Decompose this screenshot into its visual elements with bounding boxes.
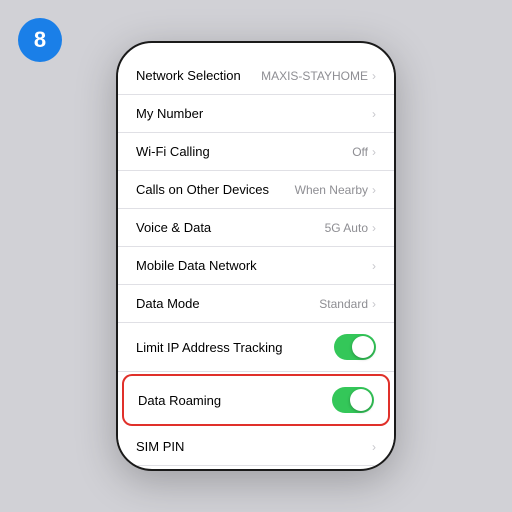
- chevron-icon: ›: [372, 69, 376, 83]
- chevron-icon: ›: [372, 183, 376, 197]
- row-value: Off ›: [352, 145, 376, 159]
- row-label: Voice & Data: [136, 220, 211, 235]
- phone-frame: Network Selection MAXIS-STAYHOME › My Nu…: [116, 41, 396, 471]
- data-mode-row[interactable]: Data Mode Standard ›: [118, 285, 394, 323]
- row-label: Network Selection: [136, 68, 241, 83]
- chevron-icon: ›: [372, 145, 376, 159]
- limit-ip-toggle[interactable]: [334, 334, 376, 360]
- chevron-icon: ›: [372, 440, 376, 454]
- row-value: MAXIS-STAYHOME ›: [261, 69, 376, 83]
- row-label: Calls on Other Devices: [136, 182, 269, 197]
- row-label: Data Roaming: [138, 393, 221, 408]
- row-label: SIM PIN: [136, 439, 184, 454]
- limit-ip-tracking-row[interactable]: Limit IP Address Tracking: [118, 323, 394, 372]
- voice-data-row[interactable]: Voice & Data 5G Auto ›: [118, 209, 394, 247]
- my-number-row[interactable]: My Number ›: [118, 95, 394, 133]
- row-label: Mobile Data Network: [136, 258, 257, 273]
- row-value: [334, 334, 376, 360]
- calls-other-devices-row[interactable]: Calls on Other Devices When Nearby ›: [118, 171, 394, 209]
- toggle-thumb: [352, 336, 374, 358]
- row-value: ›: [372, 107, 376, 121]
- data-roaming-toggle[interactable]: [332, 387, 374, 413]
- sim-pin-row[interactable]: SIM PIN ›: [118, 428, 394, 466]
- row-label: My Number: [136, 106, 203, 121]
- row-value: When Nearby ›: [295, 183, 376, 197]
- row-label: Data Mode: [136, 296, 200, 311]
- data-roaming-highlight: Data Roaming: [122, 374, 390, 426]
- row-value: ›: [372, 259, 376, 273]
- toggle-thumb: [350, 389, 372, 411]
- settings-list: Network Selection MAXIS-STAYHOME › My Nu…: [118, 43, 394, 466]
- chevron-icon: ›: [372, 107, 376, 121]
- row-label: Limit IP Address Tracking: [136, 340, 282, 355]
- row-value: 5G Auto ›: [325, 221, 376, 235]
- data-roaming-row[interactable]: Data Roaming: [124, 376, 388, 424]
- network-selection-row[interactable]: Network Selection MAXIS-STAYHOME ›: [118, 57, 394, 95]
- step-badge: 8: [18, 18, 62, 62]
- chevron-icon: ›: [372, 297, 376, 311]
- mobile-data-network-row[interactable]: Mobile Data Network ›: [118, 247, 394, 285]
- chevron-icon: ›: [372, 221, 376, 235]
- chevron-icon: ›: [372, 259, 376, 273]
- row-value: ›: [372, 440, 376, 454]
- row-label: Wi-Fi Calling: [136, 144, 210, 159]
- wifi-calling-row[interactable]: Wi-Fi Calling Off ›: [118, 133, 394, 171]
- row-value: [332, 387, 374, 413]
- row-value: Standard ›: [319, 297, 376, 311]
